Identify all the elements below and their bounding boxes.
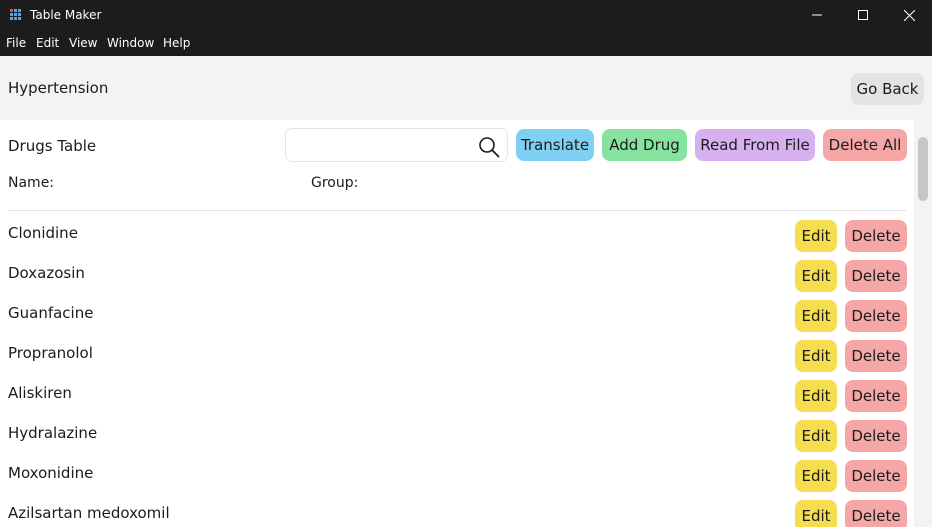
table-title: Drugs Table	[8, 137, 97, 155]
menu-edit[interactable]: Edit	[36, 36, 59, 50]
title-bar: Table Maker	[0, 0, 932, 30]
table-row: Aliskiren Edit Delete	[0, 380, 914, 420]
maximize-button[interactable]	[840, 0, 886, 30]
menu-file[interactable]: File	[6, 36, 26, 50]
read-from-file-button[interactable]: Read From File	[695, 129, 815, 161]
row-name: Propranolol	[8, 344, 93, 362]
row-name: Clonidine	[8, 224, 78, 242]
maximize-icon	[858, 10, 868, 20]
go-back-button[interactable]: Go Back	[851, 73, 924, 105]
table-row: Azilsartan medoxomil Edit Delete	[0, 500, 914, 527]
edit-button[interactable]: Edit	[795, 300, 837, 332]
edit-button[interactable]: Edit	[795, 420, 837, 452]
page-title: Hypertension	[8, 79, 109, 97]
search-icon[interactable]	[478, 136, 500, 158]
minimize-icon	[812, 14, 822, 16]
menu-bar: File Edit View Window Help	[0, 30, 932, 56]
close-button[interactable]	[886, 0, 932, 30]
delete-button[interactable]: Delete	[845, 260, 907, 292]
translate-button[interactable]: Translate	[516, 129, 594, 161]
edit-button[interactable]: Edit	[795, 260, 837, 292]
edit-button[interactable]: Edit	[795, 380, 837, 412]
table-divider	[8, 210, 906, 211]
row-name: Doxazosin	[8, 264, 85, 282]
search-input[interactable]	[292, 134, 472, 156]
row-name: Hydralazine	[8, 424, 98, 442]
table-row: Guanfacine Edit Delete	[0, 300, 914, 340]
menu-window[interactable]: Window	[107, 36, 154, 50]
menu-view[interactable]: View	[69, 36, 97, 50]
table-row: Propranolol Edit Delete	[0, 340, 914, 380]
vertical-scrollbar[interactable]	[914, 120, 932, 527]
search-box	[285, 128, 508, 162]
column-name-label: Name:	[8, 175, 55, 191]
edit-button[interactable]: Edit	[795, 460, 837, 492]
column-group-label: Group:	[311, 175, 359, 191]
minimize-button[interactable]	[794, 0, 840, 30]
edit-button[interactable]: Edit	[795, 340, 837, 372]
edit-button[interactable]: Edit	[795, 220, 837, 252]
close-icon	[903, 9, 915, 21]
delete-button[interactable]: Delete	[845, 500, 907, 527]
row-name: Moxonidine	[8, 464, 94, 482]
edit-button[interactable]: Edit	[795, 500, 837, 527]
table-row: Moxonidine Edit Delete	[0, 460, 914, 500]
delete-button[interactable]: Delete	[845, 380, 907, 412]
add-drug-button[interactable]: Add Drug	[602, 129, 687, 161]
delete-button[interactable]: Delete	[845, 460, 907, 492]
scrollbar-thumb[interactable]	[918, 137, 928, 201]
window-title: Table Maker	[30, 8, 102, 22]
app-grid-icon	[10, 9, 22, 21]
row-name: Guanfacine	[8, 304, 94, 322]
delete-button[interactable]: Delete	[845, 340, 907, 372]
delete-button[interactable]: Delete	[845, 300, 907, 332]
delete-button[interactable]: Delete	[845, 220, 907, 252]
table-row: Clonidine Edit Delete	[0, 220, 914, 260]
menu-help[interactable]: Help	[163, 36, 190, 50]
delete-button[interactable]: Delete	[845, 420, 907, 452]
page-header: Hypertension Go Back	[0, 56, 932, 120]
row-name: Azilsartan medoxomil	[8, 504, 170, 522]
table-row: Hydralazine Edit Delete	[0, 420, 914, 460]
row-name: Aliskiren	[8, 384, 72, 402]
table-row: Doxazosin Edit Delete	[0, 260, 914, 300]
delete-all-button[interactable]: Delete All	[823, 129, 907, 161]
